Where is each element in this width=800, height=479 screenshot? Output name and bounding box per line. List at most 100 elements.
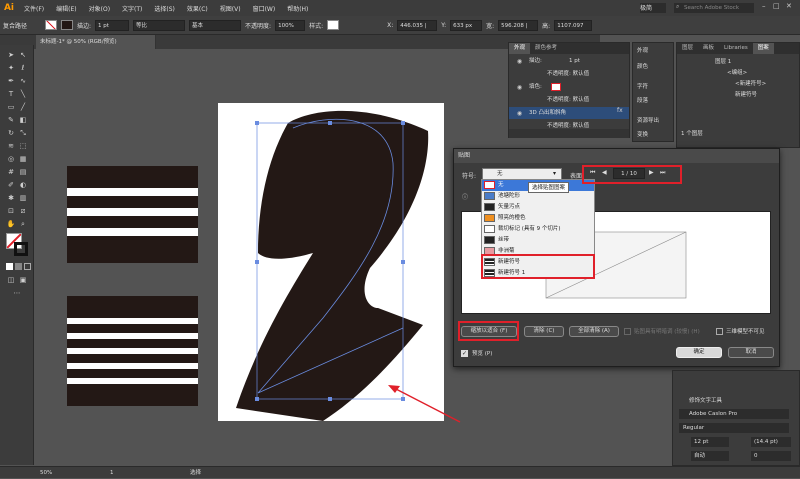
free-transform-tool-icon[interactable]: ⬚ xyxy=(18,141,28,151)
menu-window[interactable]: 窗口(W) xyxy=(247,4,282,13)
tab-libraries[interactable]: Libraries xyxy=(719,43,753,54)
fill-swatch[interactable] xyxy=(45,20,58,30)
rotate-tool-icon[interactable]: ↻ xyxy=(6,128,16,138)
stroke-color-box[interactable] xyxy=(14,242,28,256)
document-tab[interactable]: 未标题-1* @ 50% (RGB/预览) xyxy=(36,35,156,49)
width-tool-icon[interactable]: ≋ xyxy=(6,141,16,151)
color-mode-icon[interactable] xyxy=(6,263,13,270)
line-tool-icon[interactable]: ╲ xyxy=(18,89,28,99)
eraser-tool-icon[interactable]: ◧ xyxy=(18,115,28,125)
eyedropper-tool-icon[interactable]: ✐ xyxy=(6,180,16,190)
appearance-stroke-label[interactable]: 描边: xyxy=(529,55,542,67)
paintbrush-tool-icon[interactable]: ╱ xyxy=(18,102,28,112)
fx-icon[interactable]: fx xyxy=(617,107,623,114)
x-field[interactable]: 446.035 | xyxy=(397,19,438,31)
leading-field[interactable]: (14.4 pt) xyxy=(751,437,791,447)
appearance-fill-label[interactable]: 填色: xyxy=(529,81,542,93)
font-style-select[interactable]: Regular xyxy=(679,423,789,433)
opacity-field[interactable]: 100% xyxy=(275,19,306,31)
zoom-tool-icon[interactable]: ⌕ xyxy=(18,219,28,229)
curvature-tool-icon[interactable]: ∿ xyxy=(18,76,28,86)
selection-tool-icon[interactable]: ➤ xyxy=(6,50,16,60)
graphic-style-swatch[interactable] xyxy=(327,20,340,30)
font-family-select[interactable]: Adobe Caslon Pro xyxy=(679,409,789,419)
menu-view[interactable]: 视图(V) xyxy=(214,4,247,13)
menu-effect[interactable]: 效果(C) xyxy=(181,4,214,13)
draw-mode-icon[interactable]: ◫ xyxy=(6,275,16,285)
hand-tool-icon[interactable]: ✋ xyxy=(6,219,16,229)
gradient-mode-icon[interactable] xyxy=(15,263,22,270)
slice-tool-icon[interactable]: ⧄ xyxy=(18,206,28,216)
menu-file[interactable]: 文件(F) xyxy=(18,4,50,13)
menu-select[interactable]: 选择(S) xyxy=(148,4,181,13)
symbol-option[interactable]: 矢量污点 xyxy=(482,202,594,213)
scale-tool-icon[interactable]: ⤡ xyxy=(18,128,28,138)
menu-type[interactable]: 文字(T) xyxy=(116,4,148,13)
tab-appearance[interactable]: 外观 xyxy=(509,43,531,54)
artboard-tool-icon[interactable]: ⊡ xyxy=(6,206,16,216)
stock-search-input[interactable]: Search Adobe Stock xyxy=(674,3,754,13)
screen-mode-icon[interactable]: ▣ xyxy=(18,275,28,285)
gradient-tool-icon[interactable]: ▤ xyxy=(18,167,28,177)
invisible-geometry-checkbox[interactable] xyxy=(716,328,723,335)
blend-tool-icon[interactable]: ◐ xyxy=(18,180,28,190)
preview-checkbox[interactable]: ✓ xyxy=(461,350,468,357)
workspace-switcher[interactable]: 极简 xyxy=(640,3,666,13)
symbol-option[interactable]: 丝带 xyxy=(482,235,594,246)
zoom-level[interactable]: 50% xyxy=(40,467,52,479)
symbol-option[interactable]: 裁切标记 (具有 9 个切片) xyxy=(482,224,594,235)
tracking-field[interactable]: 0 xyxy=(751,451,791,461)
stroke-weight-field[interactable]: 1 pt xyxy=(95,19,130,31)
maximize-icon[interactable]: □ xyxy=(773,2,780,10)
menu-object[interactable]: 对象(O) xyxy=(83,4,116,13)
dock-transform[interactable]: 变换 xyxy=(637,129,648,141)
visibility-eye-icon[interactable]: ◉ xyxy=(515,109,524,118)
symbol-sprayer-tool-icon[interactable]: ✱ xyxy=(6,193,16,203)
pen-tool-icon[interactable]: ✒ xyxy=(6,76,16,86)
shade-artwork-checkbox[interactable] xyxy=(624,328,631,335)
dock-paragraph[interactable]: 段落 xyxy=(637,95,648,107)
tab-patterns[interactable]: 图案 xyxy=(752,43,774,54)
ok-button[interactable]: 确定 xyxy=(676,347,722,358)
rectangle-tool-icon[interactable]: ▭ xyxy=(6,102,16,112)
stroke-swatch[interactable] xyxy=(61,20,74,30)
touch-type-tool-label[interactable]: 修饰文字工具 xyxy=(689,395,722,407)
dock-appearance[interactable]: 外观 xyxy=(637,45,648,57)
menu-edit[interactable]: 编辑(E) xyxy=(50,4,82,13)
stroke-profile-select[interactable]: 等比 xyxy=(133,19,186,31)
minimize-icon[interactable]: – xyxy=(762,2,766,10)
magic-wand-tool-icon[interactable]: ✦ xyxy=(6,63,16,73)
height-field[interactable]: 1107.097 xyxy=(554,19,593,31)
symbol-option[interactable]: 照亮的橙色 xyxy=(482,213,594,224)
lasso-tool-icon[interactable]: ℓ xyxy=(18,63,28,73)
font-size-field[interactable]: 12 pt xyxy=(691,437,729,447)
appearance-stroke-opacity[interactable]: 不透明度: 默认值 xyxy=(547,68,589,80)
none-mode-icon[interactable] xyxy=(24,263,31,270)
appearance-fill-opacity[interactable]: 不透明度: 默认值 xyxy=(547,94,589,106)
graph-tool-icon[interactable]: ▥ xyxy=(18,193,28,203)
mesh-tool-icon[interactable]: # xyxy=(6,167,16,177)
shape-builder-tool-icon[interactable]: ◎ xyxy=(6,154,16,164)
menu-help[interactable]: 帮助(H) xyxy=(281,4,314,13)
appearance-fill-swatch[interactable] xyxy=(551,83,561,91)
dock-asset-export[interactable]: 资源导出 xyxy=(637,115,659,127)
type-tool-icon[interactable]: T xyxy=(6,89,16,99)
layer-item[interactable]: 新建符号 xyxy=(735,89,757,101)
perspective-grid-tool-icon[interactable]: ▦ xyxy=(18,154,28,164)
clear-all-button[interactable]: 全部清除 (A) xyxy=(569,326,619,337)
width-field[interactable]: 596.208 | xyxy=(498,19,539,31)
clear-button[interactable]: 清除 (C) xyxy=(524,326,564,337)
appearance-3d-effect[interactable]: 3D 凸出和斜角 xyxy=(509,107,629,119)
cancel-button[interactable]: 取消 xyxy=(728,347,774,358)
edit-toolbar-icon[interactable]: ⋯ xyxy=(12,288,22,298)
kerning-field[interactable]: 自动 xyxy=(691,451,729,461)
shaper-tool-icon[interactable]: ✎ xyxy=(6,115,16,125)
tab-layers[interactable]: 图层 xyxy=(677,43,698,54)
dock-character[interactable]: 字符 xyxy=(637,81,648,93)
visibility-eye-icon[interactable]: ◉ xyxy=(515,83,524,92)
tab-artboards[interactable]: 画板 xyxy=(698,43,719,54)
brush-select[interactable]: 基本 xyxy=(189,19,242,31)
direct-selection-tool-icon[interactable]: ↖ xyxy=(18,50,28,60)
tab-color-guide[interactable]: 颜色参考 xyxy=(530,43,562,54)
artboard-number[interactable]: 1 xyxy=(110,467,114,479)
